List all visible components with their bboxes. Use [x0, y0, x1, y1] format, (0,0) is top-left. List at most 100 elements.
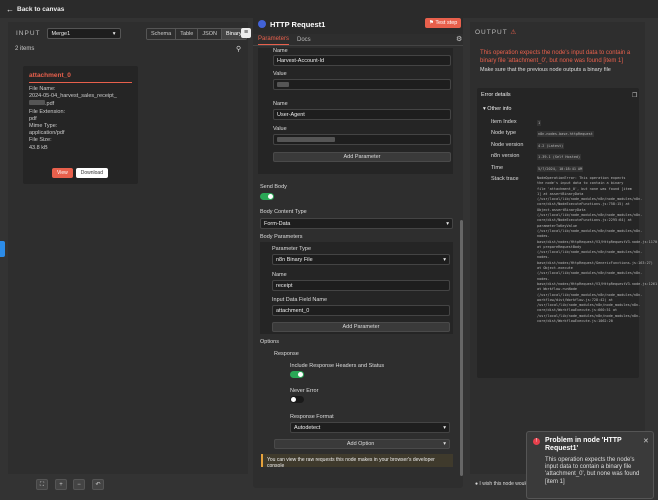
- body-name-label: Name: [272, 272, 287, 278]
- input-field-input[interactable]: attachment_0: [272, 305, 450, 316]
- view-button[interactable]: View: [52, 168, 73, 178]
- node-title[interactable]: HTTP Request1: [270, 20, 325, 29]
- error-message: This operation expects the node's input …: [480, 50, 631, 64]
- back-label: Back to canvas: [17, 5, 65, 13]
- zoom-out-button[interactable]: −: [73, 479, 85, 490]
- file-size-value: 43.8 kB: [29, 144, 48, 151]
- file-name-label: File Name:: [29, 86, 56, 92]
- tab-json[interactable]: JSON: [198, 29, 223, 39]
- header-value-label-2: Value: [273, 126, 287, 132]
- include-headers-label: Include Response Headers and Status: [290, 363, 385, 369]
- search-icon[interactable]: ⚲: [236, 45, 241, 53]
- row-key: Time: [491, 165, 504, 171]
- file-extension-label: File Extension:: [29, 108, 66, 115]
- input-caption: INPUT: [16, 30, 41, 37]
- headers-block: Name Harvest-Account-Id Value Name User-…: [258, 48, 453, 174]
- toast-message: This operation expects the node's input …: [545, 457, 640, 485]
- header-name-label: Name: [273, 48, 288, 54]
- row-key: Item Index: [491, 119, 517, 125]
- tab-schema[interactable]: Schema: [147, 29, 177, 39]
- chevron-down-icon: ▾: [443, 257, 446, 263]
- row-value: 5/7/2024, 10:18:41 AM: [537, 166, 584, 172]
- add-option-select[interactable]: Add Option ▾: [274, 439, 450, 449]
- feedback-prompt[interactable]: ● I wish this node would: [475, 481, 528, 487]
- error-icon: !: [533, 438, 540, 445]
- more-options-button[interactable]: ≡: [241, 28, 251, 38]
- file-size-label: File Size:: [29, 137, 52, 144]
- copy-icon[interactable]: ❐: [632, 92, 637, 99]
- row-value: 1: [537, 120, 542, 126]
- header-name-input[interactable]: Harvest-Account-Id: [273, 55, 451, 66]
- row-value: 4.2 (Latest): [537, 143, 565, 149]
- input-node-select[interactable]: Merge1 ▾: [46, 28, 121, 39]
- zoom-in-button[interactable]: +: [55, 479, 67, 490]
- body-name-input[interactable]: receipt: [272, 280, 450, 291]
- header-value-input[interactable]: [273, 79, 451, 90]
- row-key: Node version: [491, 142, 524, 148]
- other-info-toggle[interactable]: ▾ Other info: [483, 106, 511, 112]
- input-panel: INPUT Merge1 ▾ Schema Table JSON Binary …: [8, 22, 251, 474]
- warning-icon: ⚠: [510, 29, 518, 36]
- add-header-parameter-button[interactable]: Add Parameter: [273, 152, 451, 162]
- row-key: n8n version: [491, 153, 520, 159]
- header-value-input-2[interactable]: [273, 134, 451, 145]
- header-name-label-2: Name: [273, 101, 288, 107]
- chevron-down-icon: ▾: [112, 30, 116, 37]
- file-name-value: 2024-05-04_harvest_sales_receipt_.pdf: [29, 93, 117, 108]
- options-label: Options: [260, 339, 279, 345]
- body-parameters-block: Parameter Type n8n Binary File ▾ Name rec…: [260, 242, 453, 334]
- close-icon[interactable]: ✕: [643, 437, 649, 445]
- toast-title: Problem in node 'HTTP Request1': [545, 437, 622, 452]
- undo-button[interactable]: ↶: [92, 479, 104, 490]
- parameter-type-label: Parameter Type: [272, 246, 312, 252]
- tab-docs[interactable]: Docs: [297, 37, 311, 45]
- send-body-toggle[interactable]: [260, 193, 274, 200]
- back-to-canvas-button[interactable]: ← Back to canvas: [6, 5, 64, 14]
- view-switcher: Schema Table JSON Binary: [146, 28, 247, 40]
- send-body-label: Send Body: [260, 184, 287, 190]
- row-value: 1.39.1 (Self Hosted): [537, 154, 582, 160]
- tab-parameters[interactable]: Parameters: [258, 36, 290, 45]
- parameter-type-select[interactable]: n8n Binary File ▾: [272, 254, 450, 265]
- output-panel: OUTPUT ⚠ This operation expects the node…: [470, 22, 658, 474]
- download-button[interactable]: Download: [75, 168, 108, 178]
- never-error-toggle[interactable]: [290, 396, 304, 403]
- zoom-fit-button[interactable]: ⛶: [36, 479, 48, 490]
- file-extension-value: pdf: [29, 115, 37, 122]
- stack-trace-label: Stack trace: [491, 176, 519, 182]
- add-body-parameter-button[interactable]: Add Parameter: [272, 322, 450, 332]
- input-node-value: Merge1: [51, 30, 71, 37]
- stack-trace: NodeOperationError: This operation expec…: [537, 176, 658, 324]
- error-hint: Make sure that the previous node outputs…: [480, 67, 611, 73]
- body-parameters-label: Body Parameters: [260, 234, 303, 240]
- include-headers-toggle[interactable]: [290, 371, 304, 378]
- node-modal: HTTP Request1 ⚑ Test step Parameters Doc…: [253, 14, 463, 488]
- output-caption: OUTPUT: [475, 29, 508, 36]
- response-format-select[interactable]: Autodetect ▾: [290, 422, 450, 433]
- mime-type-value: application/pdf: [29, 130, 65, 137]
- chevron-down-icon: ▾: [446, 221, 449, 227]
- card-title: attachment_0: [29, 72, 132, 83]
- mime-type-label: Mime Type:: [29, 123, 58, 130]
- scrollbar[interactable]: [460, 220, 463, 476]
- error-toast: ! Problem in node 'HTTP Request1' This o…: [526, 431, 654, 499]
- arrow-left-icon: ←: [6, 4, 14, 14]
- header-name-input-2[interactable]: User-Agent: [273, 109, 451, 120]
- chevron-down-icon: ▾: [443, 441, 446, 447]
- response-format-label: Response Format: [290, 414, 334, 420]
- binary-file-card: attachment_0 File Name: 2024-05-04_harve…: [23, 66, 138, 184]
- side-panel-tab[interactable]: [0, 241, 5, 257]
- error-details-box: Error details ❐ ▾ Other info Item Index …: [477, 88, 658, 378]
- row-value: n8n-nodes-base.httpRequest: [537, 131, 594, 137]
- gear-icon[interactable]: ⚙: [456, 35, 462, 43]
- node-tabs: Parameters Docs: [253, 34, 463, 46]
- globe-icon: [258, 20, 266, 28]
- test-step-button[interactable]: ⚑ Test step: [425, 18, 462, 28]
- body-content-type-select[interactable]: Form-Data ▾: [260, 218, 453, 229]
- header-value-label: Value: [273, 71, 287, 77]
- never-error-label: Never Error: [290, 388, 319, 394]
- error-details-label: Error details: [481, 92, 511, 98]
- input-field-label: Input Data Field Name: [272, 297, 328, 303]
- tab-table[interactable]: Table: [176, 29, 199, 39]
- body-content-type-label: Body Content Type: [260, 209, 307, 215]
